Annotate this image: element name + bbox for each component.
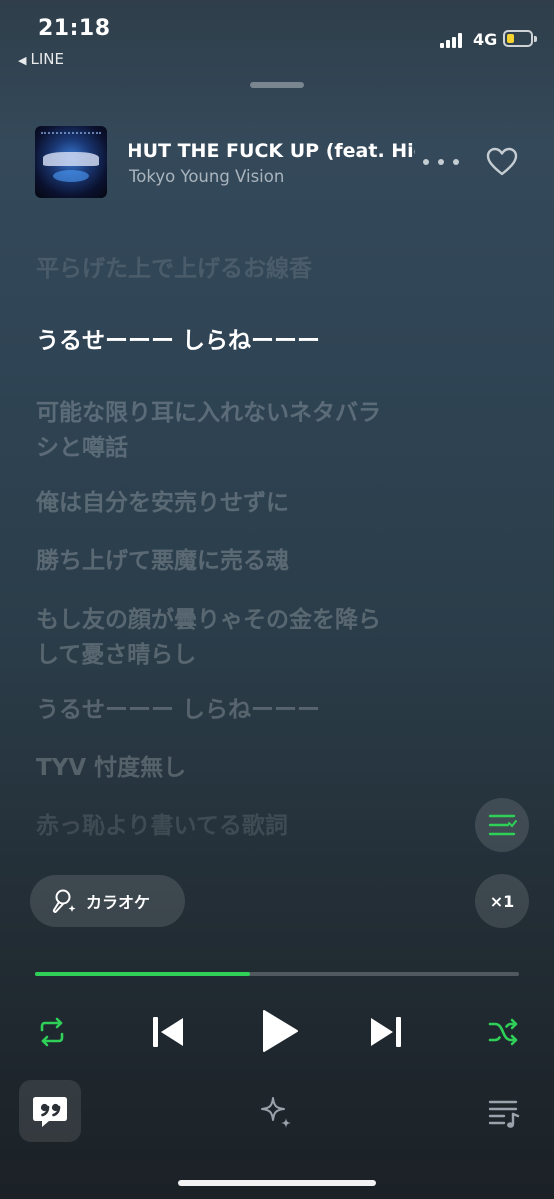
microphone-icon (52, 889, 76, 913)
sheet-grabber[interactable] (250, 82, 304, 88)
back-to-app-link[interactable]: ◀ LINE (18, 50, 64, 68)
repeat-icon[interactable] (34, 1014, 70, 1050)
heart-icon[interactable] (484, 144, 520, 180)
karaoke-label: カラオケ (86, 893, 151, 912)
progress-fill (35, 972, 251, 976)
track-title: SHUT THE FUCK UP (feat. Hide (129, 140, 415, 162)
lyric-line[interactable]: 赤っ恥より書いてる歌詞 (36, 809, 446, 844)
track-title-marquee: SHUT THE FUCK UP (feat. Hide (129, 140, 415, 168)
lyric-line-current[interactable]: うるせーーー しらねーーー (36, 324, 446, 359)
lyric-line-part: 可能な限り耳に入れないネタバラ (36, 400, 381, 426)
sparkle-icon[interactable] (256, 1092, 296, 1132)
lyric-line[interactable]: TYV 忖度無し (36, 751, 446, 786)
signal-strength-icon (440, 33, 466, 48)
lyric-line-part: して憂さ晴らし (36, 642, 197, 668)
lyric-line[interactable]: 平らげた上で上げるお線香 (36, 252, 446, 287)
home-indicator[interactable] (178, 1180, 376, 1186)
quote-bubble-icon (33, 1097, 67, 1127)
lyric-line-part: もし友の顔が曇りゃその金を降ら (36, 607, 381, 633)
lyric-list-button[interactable] (475, 798, 529, 852)
status-time: 21:18 (38, 16, 111, 41)
lyric-line-part: シと噂話 (36, 435, 128, 461)
play-icon[interactable] (260, 1008, 300, 1054)
skip-next-icon[interactable] (368, 1012, 404, 1052)
queue-music-icon[interactable] (487, 1096, 521, 1130)
skip-previous-icon[interactable] (150, 1012, 186, 1052)
lyrics-tab[interactable] (19, 1080, 81, 1142)
lyric-line[interactable]: うるせーーー しらねーーー (36, 693, 446, 728)
lyric-line[interactable]: 可能な限り耳に入れないネタバラ シと噂話 (36, 396, 446, 466)
lyric-line[interactable]: もし友の顔が曇りゃその金を降ら して憂さ晴らし (36, 603, 446, 673)
network-type: 4G (473, 30, 498, 49)
artist-name[interactable]: Tokyo Young Vision (129, 167, 284, 186)
status-bar: 21:18 ◀ LINE 4G (0, 0, 554, 75)
battery-icon (503, 30, 537, 47)
more-dots-icon[interactable] (423, 150, 459, 174)
back-app-label: LINE (30, 50, 64, 68)
album-cover-image[interactable] (35, 126, 107, 198)
back-triangle-icon: ◀ (18, 54, 27, 67)
track-header: SHUT THE FUCK UP (feat. Hide Tokyo Young… (35, 126, 535, 198)
lyric-line[interactable]: 勝ち上げて悪魔に売る魂 (36, 544, 446, 579)
karaoke-button[interactable]: カラオケ (30, 875, 185, 927)
battery-level (507, 34, 515, 43)
lyric-line[interactable]: 俺は自分を安売りせずに (36, 486, 446, 521)
progress-bar[interactable] (35, 972, 519, 976)
shuffle-icon[interactable] (485, 1014, 521, 1050)
lyric-list-icon (488, 814, 517, 836)
playback-speed-button[interactable]: ×1 (475, 874, 529, 928)
